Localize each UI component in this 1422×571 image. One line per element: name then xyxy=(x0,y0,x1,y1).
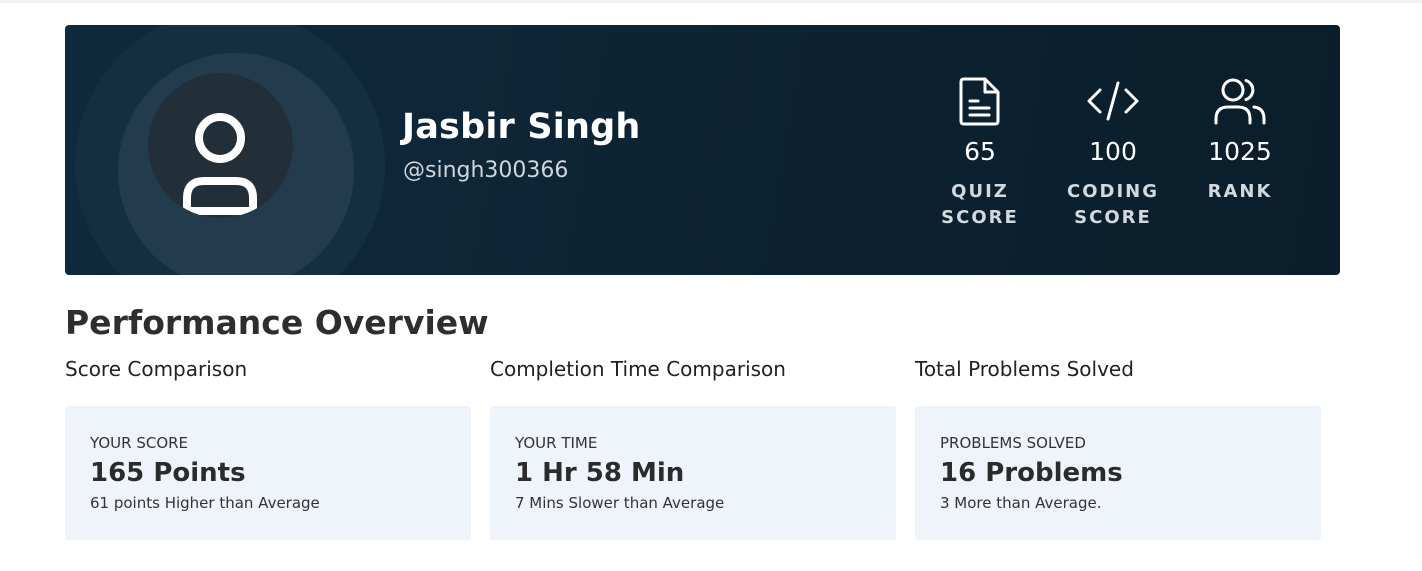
stat-label: QUIZ SCORE xyxy=(941,181,1019,228)
card-note: 7 Mins Slower than Average xyxy=(515,494,725,512)
stat-label: CODING SCORE xyxy=(1067,181,1159,228)
stat-value: 100 xyxy=(1089,137,1137,166)
time-card: YOUR TIME 1 Hr 58 Min 7 Mins Slower than… xyxy=(490,406,896,540)
code-icon xyxy=(1087,81,1139,121)
problems-card: PROBLEMS SOLVED 16 Problems 3 More than … xyxy=(915,406,1321,540)
stat-rank: 1025 RANK xyxy=(1170,73,1310,205)
completion-time-heading: Completion Time Comparison xyxy=(490,357,786,381)
problems-solved-heading: Total Problems Solved xyxy=(915,357,1134,381)
stat-value: 65 xyxy=(964,137,996,166)
user-icon xyxy=(183,113,257,215)
stat-label: RANK xyxy=(1207,181,1273,202)
stat-coding-score: 100 CODING SCORE xyxy=(1043,73,1183,231)
card-note: 3 More than Average. xyxy=(940,494,1102,512)
stat-value: 1025 xyxy=(1208,137,1272,166)
profile-banner: Jasbir Singh @singh300366 65 QUIZ SCORE … xyxy=(65,25,1340,275)
score-card: YOUR SCORE 165 Points 61 points Higher t… xyxy=(65,406,471,540)
top-divider xyxy=(0,0,1422,3)
card-key: PROBLEMS SOLVED xyxy=(940,434,1086,452)
section-title: Performance Overview xyxy=(65,303,489,342)
profile-handle: @singh300366 xyxy=(403,158,569,183)
avatar xyxy=(148,73,293,218)
card-note: 61 points Higher than Average xyxy=(90,494,320,512)
card-key: YOUR SCORE xyxy=(90,434,189,452)
users-icon xyxy=(1214,78,1266,125)
stat-quiz-score: 65 QUIZ SCORE xyxy=(910,73,1050,231)
card-value: 16 Problems xyxy=(940,458,1123,488)
profile-name: Jasbir Singh xyxy=(402,107,641,147)
score-comparison-heading: Score Comparison xyxy=(65,357,248,381)
document-icon xyxy=(959,77,1000,126)
card-key: YOUR TIME xyxy=(515,434,598,452)
card-value: 1 Hr 58 Min xyxy=(515,458,685,488)
card-value: 165 Points xyxy=(90,458,246,488)
